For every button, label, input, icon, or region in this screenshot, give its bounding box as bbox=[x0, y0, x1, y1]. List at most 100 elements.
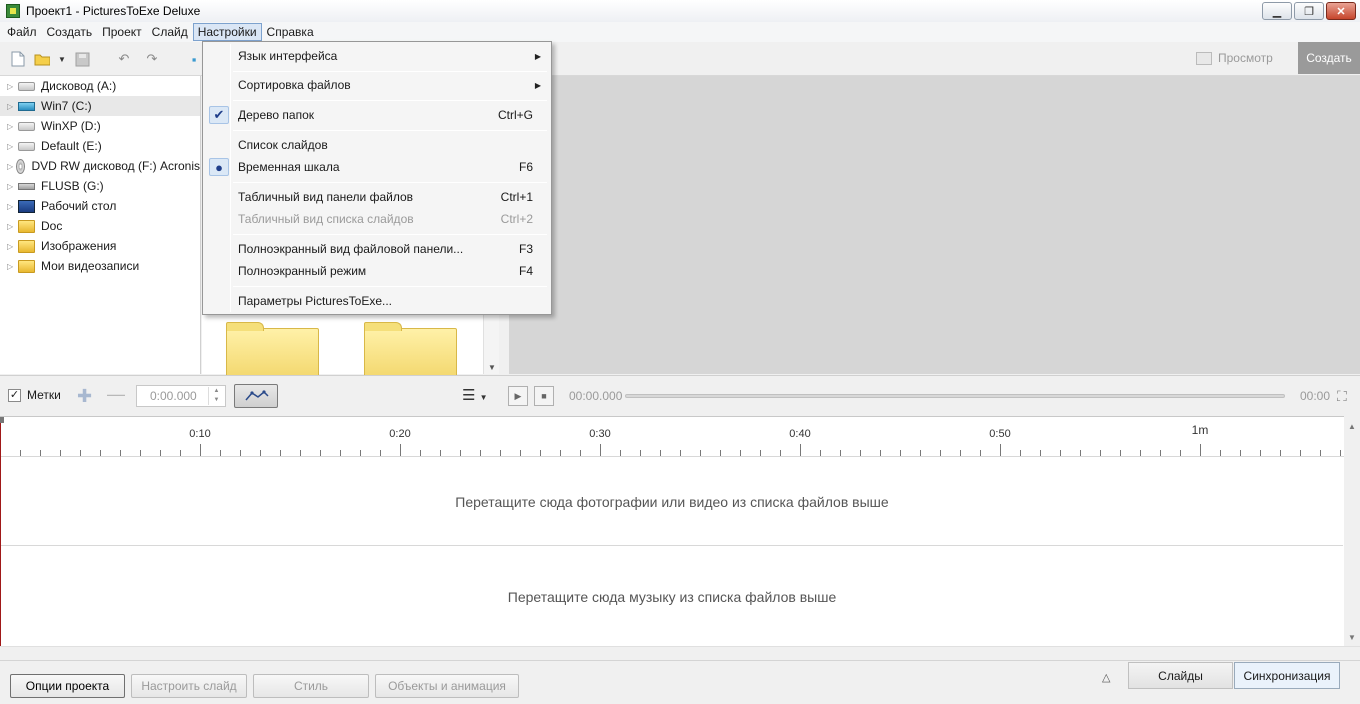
style-button[interactable]: Стиль bbox=[253, 674, 369, 698]
window-title: Проект1 - PicturesToExe Deluxe bbox=[26, 4, 201, 18]
ruler-tick bbox=[600, 444, 601, 456]
tree-item-label: Рабочий стол bbox=[41, 199, 117, 213]
expand-arrow-icon[interactable]: ▷ bbox=[7, 162, 13, 171]
redo-icon[interactable]: ↷ bbox=[144, 51, 160, 67]
ruler-tick bbox=[1200, 444, 1201, 456]
preview-button[interactable]: Просмотр bbox=[1196, 42, 1292, 74]
new-project-icon[interactable] bbox=[10, 51, 26, 67]
expand-arrow-icon[interactable]: ▷ bbox=[7, 142, 15, 151]
play-button[interactable]: ▶ bbox=[508, 386, 528, 406]
tree-item-drive-f[interactable]: ▷ DVD RW дисковод (F:) Acronis bbox=[0, 156, 200, 176]
open-folder-icon[interactable] bbox=[34, 51, 50, 67]
tab-sync[interactable]: Синхронизация bbox=[1234, 662, 1340, 689]
markers-checkbox[interactable]: ✓ bbox=[8, 389, 21, 402]
menu-file[interactable]: Файл bbox=[2, 23, 42, 41]
menu-item-file-sorting[interactable]: Сортировка файлов ▶ bbox=[205, 74, 549, 96]
collapse-triangle-icon[interactable]: △ bbox=[1102, 671, 1110, 684]
scroll-up-icon[interactable]: ▲ bbox=[1348, 422, 1356, 431]
tree-item-pictures[interactable]: ▷ Изображения bbox=[0, 236, 200, 256]
marker-time-input[interactable] bbox=[137, 386, 207, 406]
scroll-down-icon[interactable]: ▼ bbox=[488, 363, 496, 372]
expand-arrow-icon[interactable]: ▷ bbox=[7, 102, 15, 111]
open-dropdown-arrow-icon[interactable]: ▼ bbox=[54, 51, 70, 67]
ruler-tick bbox=[620, 450, 621, 456]
objects-animation-button[interactable]: Объекты и анимация bbox=[375, 674, 519, 698]
create-button[interactable]: Создать bbox=[1298, 42, 1360, 74]
tab-slides[interactable]: Слайды bbox=[1128, 662, 1233, 689]
menu-item-interface-language[interactable]: Язык интерфейса ▶ bbox=[205, 45, 549, 67]
timeline-horizontal-scrollbar[interactable] bbox=[0, 646, 1360, 660]
menu-create[interactable]: Создать bbox=[42, 23, 98, 41]
menu-list-icon[interactable]: ☰ ▼ bbox=[462, 386, 488, 404]
tree-item-label: Мои видеозаписи bbox=[41, 259, 140, 273]
menu-project[interactable]: Проект bbox=[97, 23, 147, 41]
expand-arrow-icon[interactable]: ▷ bbox=[7, 82, 15, 91]
tree-item-drive-c[interactable]: ▷ Win7 (C:) bbox=[0, 96, 200, 116]
ruler-tick bbox=[440, 450, 441, 456]
ruler-tick bbox=[1260, 450, 1261, 456]
menu-item-slide-list[interactable]: Список слайдов bbox=[205, 134, 549, 156]
preview-label: Просмотр bbox=[1218, 51, 1273, 65]
add-marker-icon[interactable]: ✚ bbox=[77, 386, 92, 407]
tree-item-drive-a[interactable]: ▷ Дисковод (A:) bbox=[0, 76, 200, 96]
menu-item-fullscreen-mode[interactable]: Полноэкранный режим F4 bbox=[205, 260, 549, 282]
playhead-handle[interactable] bbox=[0, 417, 4, 423]
minimize-button[interactable]: ▁ bbox=[1262, 2, 1292, 20]
stop-button[interactable]: ■ bbox=[534, 386, 554, 406]
expand-arrow-icon[interactable]: ▷ bbox=[7, 242, 15, 251]
tree-item-label: DVD RW дисковод (F:) Acronis bbox=[31, 159, 200, 173]
tree-item-drive-g[interactable]: ▷ FLUSB (G:) bbox=[0, 176, 200, 196]
menu-slide[interactable]: Слайд bbox=[147, 23, 193, 41]
menu-item-file-panel-table-view[interactable]: Табличный вид панели файлов Ctrl+1 bbox=[205, 186, 549, 208]
time-spinner-icon[interactable]: ▲ ▼ bbox=[208, 387, 224, 405]
ruler-tick bbox=[940, 450, 941, 456]
toolbar-extra-icon[interactable]: ▪ bbox=[186, 51, 202, 67]
expand-arrow-icon[interactable]: ▷ bbox=[7, 222, 15, 231]
ruler-tick bbox=[640, 450, 641, 456]
tree-item-doc[interactable]: ▷ Doc bbox=[0, 216, 200, 236]
expand-arrow-icon[interactable]: ▷ bbox=[7, 182, 15, 191]
expand-arrow-icon[interactable]: ▷ bbox=[7, 262, 15, 271]
time-ruler[interactable]: 0:10 0:20 0:30 0:40 0:50 1m bbox=[0, 417, 1344, 457]
marker-time-field[interactable]: ▲▼ bbox=[136, 385, 226, 407]
volume-curve-button[interactable] bbox=[234, 384, 278, 408]
photo-video-track[interactable]: Перетащите сюда фотографии или видео из … bbox=[1, 458, 1343, 546]
menu-settings[interactable]: Настройки bbox=[192, 23, 262, 41]
customize-slide-button[interactable]: Настроить слайд bbox=[131, 674, 247, 698]
menu-separator bbox=[233, 234, 547, 235]
ruler-tick bbox=[780, 450, 781, 456]
music-track[interactable]: Перетащите сюда музыку из списка файлов … bbox=[1, 547, 1343, 647]
project-options-button[interactable]: Опции проекта bbox=[10, 674, 125, 698]
ruler-tick bbox=[120, 450, 121, 456]
tree-item-drive-e[interactable]: ▷ Default (E:) bbox=[0, 136, 200, 156]
menu-help[interactable]: Справка bbox=[262, 23, 319, 41]
folder-thumbnail[interactable] bbox=[226, 322, 319, 382]
remove-marker-icon[interactable]: — bbox=[107, 384, 125, 405]
close-button[interactable]: ✕ bbox=[1326, 2, 1356, 20]
menu-separator bbox=[233, 71, 547, 72]
tree-item-desktop[interactable]: ▷ Рабочий стол bbox=[0, 196, 200, 216]
seek-bar[interactable] bbox=[625, 394, 1285, 398]
ruler-tick bbox=[1340, 450, 1341, 456]
expand-arrow-icon[interactable]: ▷ bbox=[7, 122, 15, 131]
ruler-tick bbox=[1120, 450, 1121, 456]
save-icon[interactable] bbox=[74, 51, 90, 67]
scroll-down-icon[interactable]: ▼ bbox=[1348, 633, 1356, 642]
ruler-tick bbox=[700, 450, 701, 456]
menu-item-pte-parameters[interactable]: Параметры PicturesToExe... bbox=[205, 290, 549, 312]
expand-arrow-icon[interactable]: ▷ bbox=[7, 202, 15, 211]
maximize-button[interactable]: ❐ bbox=[1294, 2, 1324, 20]
folder-thumbnail[interactable] bbox=[364, 322, 457, 382]
timeline-vertical-scrollbar[interactable]: ▲ ▼ bbox=[1344, 416, 1360, 646]
undo-icon[interactable]: ↶ bbox=[116, 51, 132, 67]
playhead[interactable] bbox=[0, 417, 4, 647]
tree-item-drive-d[interactable]: ▷ WinXP (D:) bbox=[0, 116, 200, 136]
checkmark-icon: ✔ bbox=[209, 106, 229, 124]
markers-label: Метки bbox=[27, 388, 61, 402]
hard-drive-icon bbox=[18, 121, 35, 131]
menu-item-timeline[interactable]: ● Временная шкала F6 bbox=[205, 156, 549, 178]
menu-item-folder-tree[interactable]: ✔ Дерево папок Ctrl+G bbox=[205, 104, 549, 126]
menu-item-fullscreen-file-panel[interactable]: Полноэкранный вид файловой панели... F3 bbox=[205, 238, 549, 260]
tree-item-videos[interactable]: ▷ Мои видеозаписи bbox=[0, 256, 200, 276]
fullscreen-icon[interactable]: ⛶ bbox=[1337, 388, 1347, 405]
